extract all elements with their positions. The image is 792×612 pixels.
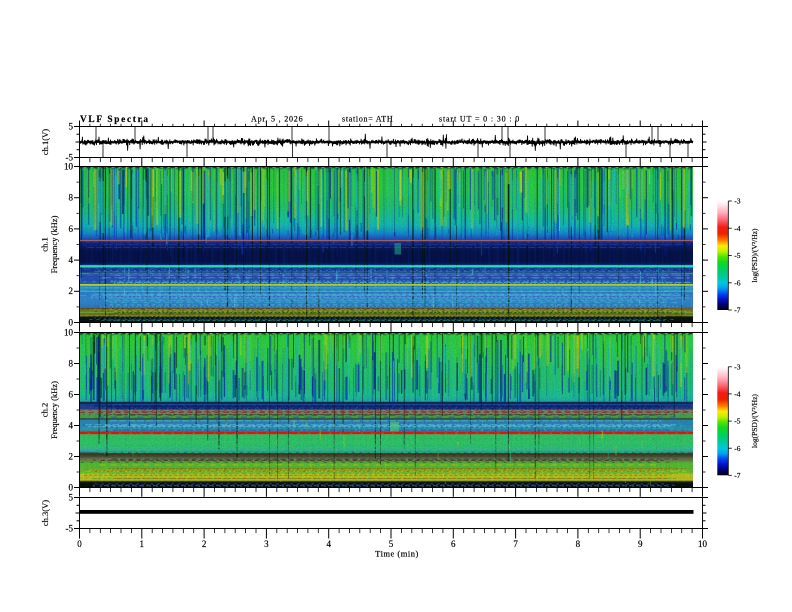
svg-text:2: 2	[202, 539, 207, 549]
svg-text:Frequency (kHz): Frequency (kHz)	[49, 215, 59, 273]
svg-text:6: 6	[451, 539, 456, 549]
svg-text:4: 4	[326, 539, 331, 549]
svg-text:VLF Spectra: VLF Spectra	[80, 115, 150, 125]
svg-text:5: 5	[389, 539, 394, 549]
svg-text:ch.2: ch.2	[39, 403, 49, 417]
svg-text:-4: -4	[734, 390, 740, 399]
svg-text:-3: -3	[734, 362, 740, 371]
svg-text:6: 6	[69, 389, 74, 399]
svg-text:8: 8	[69, 358, 74, 368]
svg-text:start UT = 0 : 30 : 0: start UT = 0 : 30 : 0	[439, 115, 520, 124]
svg-text:7: 7	[513, 539, 518, 549]
svg-text:station= ATH: station= ATH	[342, 115, 393, 124]
svg-text:log(PSD)/(V²/Hz): log(PSD)/(V²/Hz)	[750, 228, 759, 282]
svg-text:0: 0	[69, 482, 74, 492]
svg-text:8: 8	[576, 539, 581, 549]
svg-text:log(PSD)/(V²/Hz): log(PSD)/(V²/Hz)	[750, 394, 759, 448]
svg-text:ch.1: ch.1	[39, 237, 49, 251]
svg-text:ch.3(V): ch.3(V)	[40, 500, 50, 526]
svg-text:-7: -7	[734, 471, 740, 480]
svg-text:-6: -6	[734, 278, 740, 287]
svg-text:-6: -6	[734, 444, 740, 453]
svg-text:10: 10	[698, 539, 708, 549]
svg-text:-5: -5	[734, 251, 740, 260]
svg-text:2: 2	[69, 286, 74, 296]
svg-text:5: 5	[69, 122, 74, 132]
svg-text:-4: -4	[734, 224, 740, 233]
svg-text:10: 10	[64, 327, 74, 337]
svg-text:10: 10	[64, 161, 74, 171]
svg-text:4: 4	[69, 255, 74, 265]
svg-text:Time (min): Time (min)	[375, 549, 419, 559]
svg-text:Apr. 5 , 2026: Apr. 5 , 2026	[251, 115, 303, 124]
svg-text:-5: -5	[734, 417, 740, 426]
svg-text:Frequency (kHz): Frequency (kHz)	[49, 381, 59, 439]
svg-text:0: 0	[69, 317, 74, 327]
svg-text:6: 6	[69, 224, 74, 234]
svg-text:5: 5	[69, 493, 74, 503]
svg-text:0: 0	[77, 539, 82, 549]
svg-text:-3: -3	[734, 197, 740, 206]
svg-text:ch.1(V): ch.1(V)	[40, 129, 50, 155]
svg-text:9: 9	[638, 539, 643, 549]
svg-text:3: 3	[264, 539, 269, 549]
svg-text:-7: -7	[734, 306, 740, 315]
svg-text:1: 1	[140, 539, 145, 549]
svg-text:8: 8	[69, 193, 74, 203]
svg-text:4: 4	[69, 420, 74, 430]
svg-text:-5: -5	[66, 524, 74, 534]
svg-text:2: 2	[69, 451, 74, 461]
